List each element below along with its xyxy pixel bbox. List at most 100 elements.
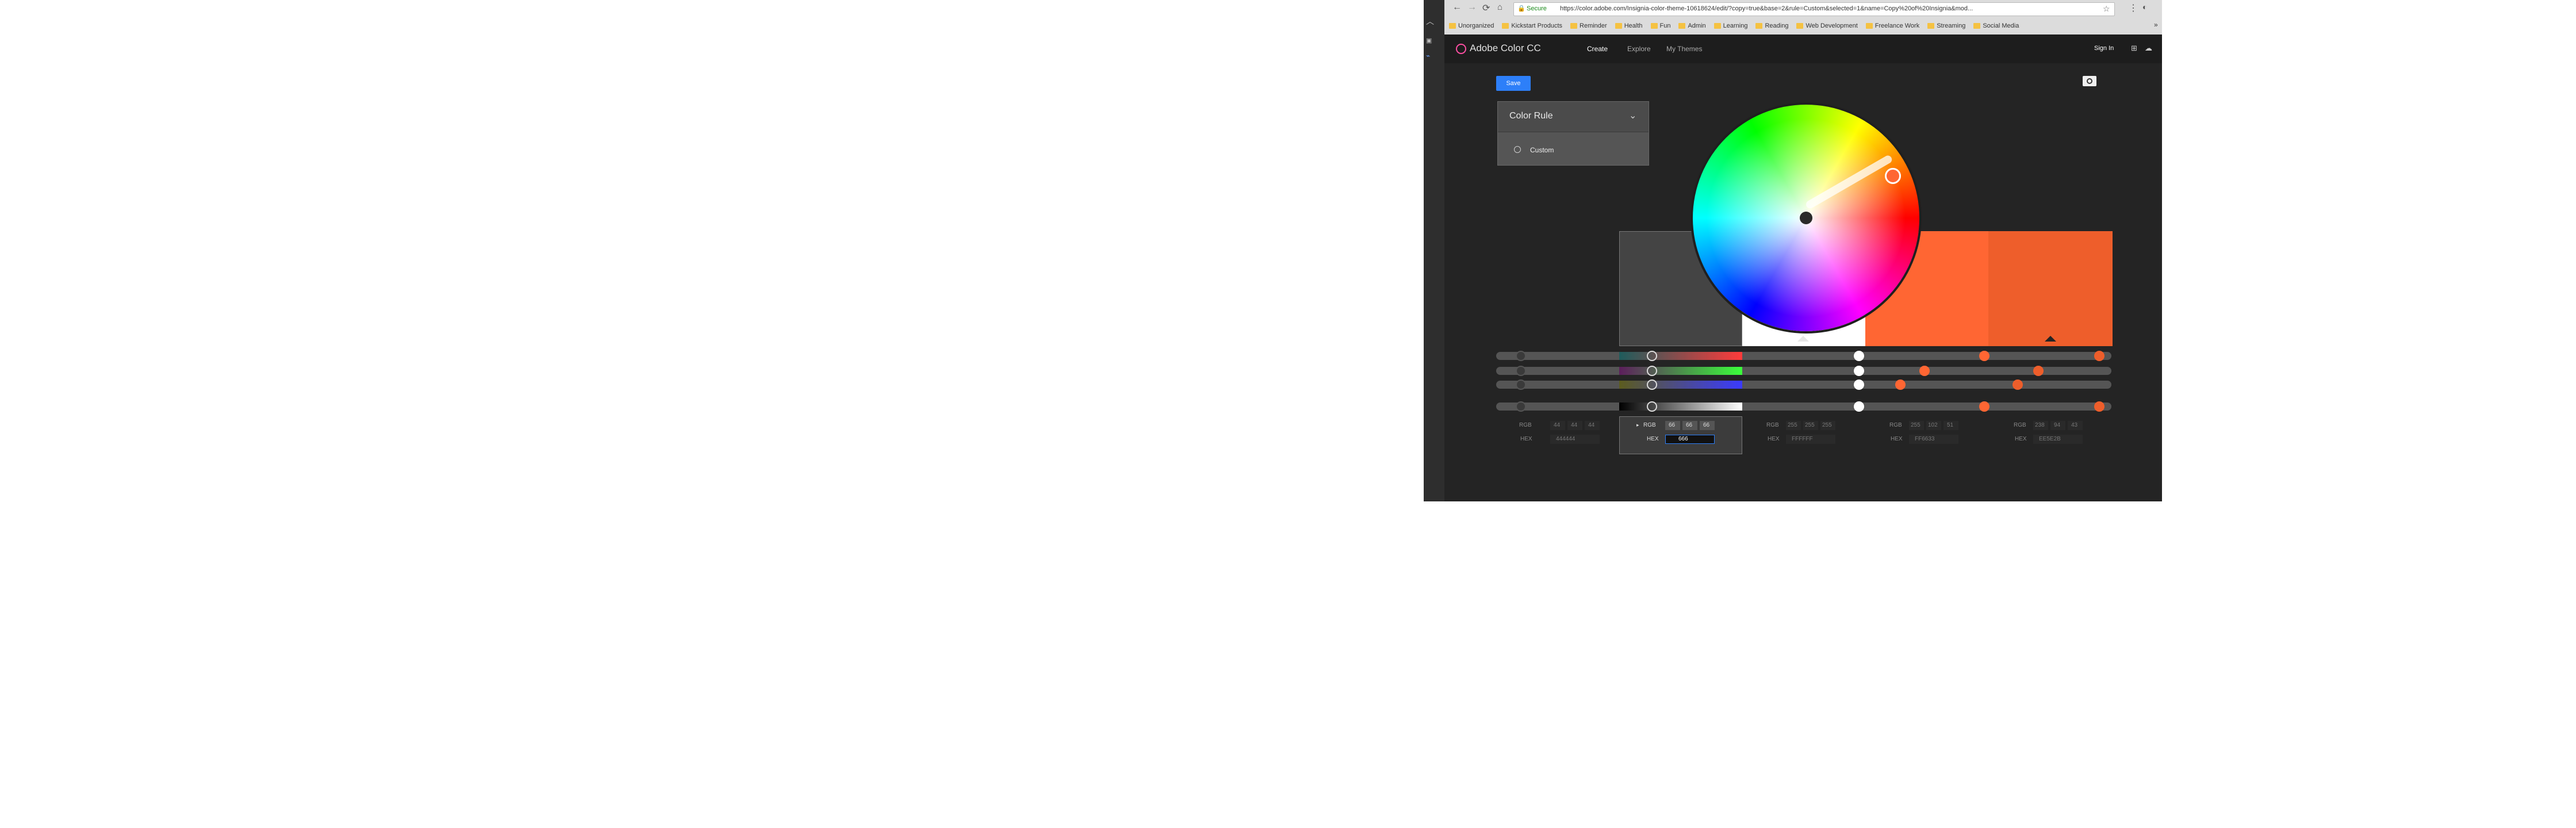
rgb-label-1: RGB	[1519, 422, 1532, 428]
menu-icon[interactable]: ⋮	[2129, 2, 2138, 14]
hex-field-1[interactable]: 444444	[1550, 435, 1600, 444]
color-rule-option-custom[interactable]: Custom	[1498, 134, 1649, 163]
knob-4-b[interactable]	[1895, 379, 1906, 390]
bookmark-health[interactable]: Health	[1615, 22, 1643, 29]
knob-5-b[interactable]	[2012, 379, 2023, 390]
knob-5-g[interactable]	[2033, 366, 2044, 376]
radio-icon[interactable]	[1514, 146, 1521, 153]
address-text[interactable]: https://color.adobe.com/Insignia-color-t…	[1560, 5, 2100, 12]
rgb-label-2: RGB	[1643, 422, 1656, 428]
chevron-icon[interactable]: ︿	[1426, 17, 1439, 25]
color-rule-header[interactable]: Color Rule ⌄	[1498, 102, 1649, 132]
knob-2-brightness[interactable]	[1647, 401, 1657, 412]
bookmark-kickstart-products[interactable]: Kickstart Products	[1502, 22, 1562, 29]
knob-3-b[interactable]	[1854, 379, 1864, 390]
rgb-field-1-g[interactable]: 44	[1567, 421, 1582, 430]
rgb-value-1-g: 44	[1571, 422, 1578, 428]
knob-5-brightness[interactable]	[2094, 401, 2104, 412]
slider-track-green[interactable]	[1496, 367, 2111, 375]
hex-value-1: 444444	[1556, 436, 1575, 442]
bookmarks-overflow[interactable]: »	[2154, 21, 2158, 29]
home-icon[interactable]: ⌂	[1497, 2, 1502, 12]
hex-field-4[interactable]: FF6633	[1909, 435, 1958, 444]
bookmark-unorganized[interactable]: Unorganized	[1449, 22, 1494, 29]
camera-icon[interactable]	[2083, 76, 2096, 86]
rgb-field-1-b[interactable]: 44	[1585, 421, 1600, 430]
hex-value-4: FF6633	[1915, 436, 1935, 442]
app-title[interactable]: Adobe Color CC	[1470, 43, 1541, 54]
star-icon[interactable]: ☆	[2103, 4, 2110, 14]
knob-3-brightness[interactable]	[1854, 401, 1864, 412]
rgb-field-4-g[interactable]: 102	[1926, 421, 1941, 430]
knob-2-r[interactable]	[1647, 351, 1657, 361]
rgb-field-5-r[interactable]: 238	[2033, 421, 2048, 430]
rgb-field-1-r[interactable]: 44	[1550, 421, 1565, 430]
bookmark-streaming[interactable]: Streaming	[1927, 22, 1965, 29]
nav-my-themes[interactable]: My Themes	[1666, 45, 1702, 53]
hex-field-3[interactable]: FFFFFF	[1786, 435, 1835, 444]
nav-explore[interactable]: Explore	[1627, 45, 1651, 53]
adobe-color-logo-icon[interactable]	[1456, 44, 1466, 54]
reload-icon[interactable]: ⟳	[1482, 2, 1490, 14]
knob-1-g[interactable]	[1516, 366, 1526, 376]
app-icon[interactable]: ▣	[1426, 37, 1439, 45]
knob-1-b[interactable]	[1516, 379, 1526, 390]
bookmark-social-media[interactable]: Social Media	[1973, 22, 2019, 29]
hex-field-5[interactable]: EE5E2B	[2033, 435, 2083, 444]
chevron-down-icon[interactable]: ⌄	[1629, 110, 1636, 121]
knob-4-g[interactable]	[1919, 366, 1930, 376]
knob-2-b[interactable]	[1647, 379, 1657, 390]
rgb-field-3-r[interactable]: 255	[1786, 421, 1801, 430]
swatch-2-triangle-icon	[1797, 336, 1809, 342]
knob-5-r[interactable]	[2094, 351, 2104, 361]
swatch-4[interactable]	[1988, 231, 2113, 346]
rgb-field-5-g[interactable]: 94	[2050, 421, 2065, 430]
bookmark-freelance-work[interactable]: Freelance Work	[1865, 22, 1919, 29]
link-icon[interactable]: ⌁	[1426, 52, 1439, 60]
rgb-field-4-b[interactable]: 51	[1943, 421, 1958, 430]
sign-in-link[interactable]: Sign In	[2094, 45, 2114, 52]
back-icon[interactable]: ←	[1452, 2, 1462, 13]
rgb-field-2-b[interactable]: 66	[1700, 421, 1715, 430]
bookmark-web-development[interactable]: Web Development	[1796, 22, 1858, 29]
color-wheel[interactable]	[1693, 105, 1919, 331]
mode-toggle-icon[interactable]: ▸	[1636, 422, 1639, 428]
wheel-center-dot-icon[interactable]	[1800, 212, 1812, 224]
knob-3-r[interactable]	[1854, 351, 1864, 361]
creative-cloud-icon[interactable]: ☁	[2145, 44, 2152, 53]
address-bar[interactable]: 🔒 Secure https://color.adobe.com/Insigni…	[1513, 2, 2115, 16]
rgb-value-2-b: 66	[1703, 422, 1710, 428]
bookmark-learning[interactable]: Learning	[1713, 22, 1747, 29]
rgb-field-3-g[interactable]: 255	[1803, 421, 1818, 430]
bookmark-admin[interactable]: Admin	[1678, 22, 1706, 29]
color-rule-panel: Color Rule ⌄ Custom	[1497, 101, 1649, 166]
knob-3-g[interactable]	[1854, 366, 1864, 376]
rgb-label-3: RGB	[1766, 422, 1779, 428]
hex-label-4: HEX	[1891, 436, 1903, 442]
save-button[interactable]: Save	[1496, 76, 1531, 91]
knob-1-brightness[interactable]	[1516, 401, 1526, 412]
slider-track-brightness[interactable]	[1496, 402, 2111, 411]
hex-field-2[interactable]: 666	[1665, 435, 1715, 444]
rgb-field-2-r[interactable]: 66	[1665, 421, 1680, 430]
folder-icon	[1755, 23, 1763, 29]
rgb-field-3-b[interactable]: 255	[1820, 421, 1835, 430]
slider-track-red[interactable]	[1496, 352, 2111, 360]
rgb-field-2-g[interactable]: 66	[1682, 421, 1697, 430]
option-label-custom: Custom	[1530, 146, 1554, 154]
rgb-field-4-r[interactable]: 255	[1909, 421, 1924, 430]
rgb-field-5-b[interactable]: 43	[2068, 421, 2083, 430]
bookmark-fun[interactable]: Fun	[1650, 22, 1670, 29]
knob-1-r[interactable]	[1516, 351, 1526, 361]
wheel-handle-icon[interactable]	[1885, 168, 1901, 184]
forward-icon[interactable]: →	[1467, 2, 1477, 13]
knob-4-r[interactable]	[1979, 351, 1989, 361]
bookmark-reading[interactable]: Reading	[1755, 22, 1788, 29]
bookmark-reminder[interactable]: Reminder	[1570, 22, 1607, 29]
apps-grid-icon[interactable]: ⊞	[2131, 44, 2137, 53]
extension-icon[interactable]: ◐	[2142, 2, 2147, 12]
folder-icon	[1927, 23, 1935, 29]
knob-4-brightness[interactable]	[1979, 401, 1989, 412]
knob-2-g[interactable]	[1647, 366, 1657, 376]
nav-create[interactable]: Create	[1587, 45, 1608, 53]
